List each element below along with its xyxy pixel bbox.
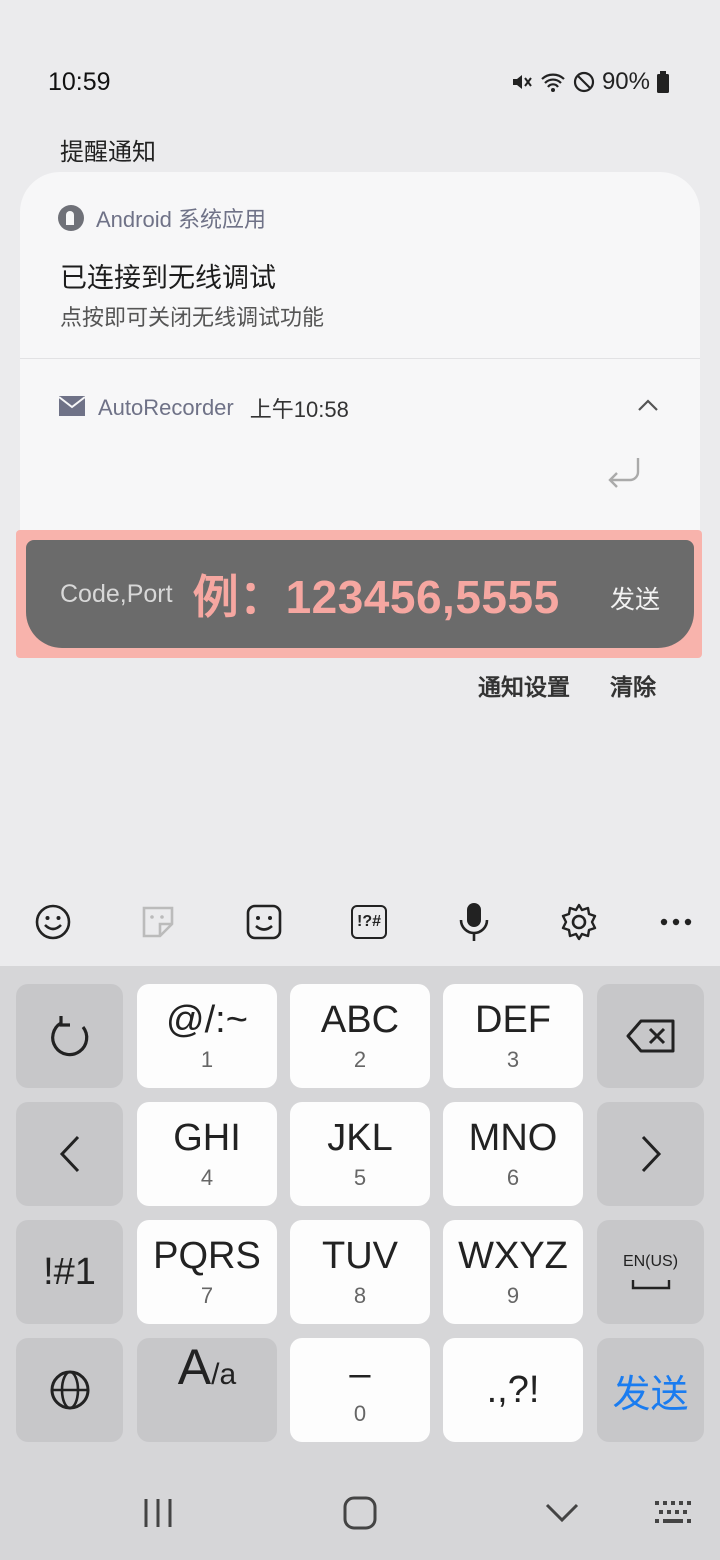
key-6-main: MNO [468, 1117, 558, 1159]
notification-time: 上午10:58 [249, 397, 349, 422]
mail-icon [58, 395, 86, 422]
symbols-label: !?# [351, 905, 387, 939]
notification-title[interactable]: 已连接到无线调试 [60, 256, 276, 295]
key-3-sub: 3 [506, 1047, 520, 1072]
emoji-icon[interactable] [33, 902, 73, 942]
keyboard: @/:~ 1 ABC 2 DEF 3 GHI 4 JKL 5 MNO 6 !#1… [0, 966, 720, 1466]
settings-icon[interactable] [559, 902, 599, 942]
clear-notifications-button[interactable]: 清除 [610, 668, 656, 702]
key-9-sub: 9 [506, 1283, 520, 1308]
key-7-sub: 7 [200, 1283, 214, 1308]
key-4-sub: 4 [200, 1165, 214, 1190]
mic-icon[interactable] [454, 902, 494, 942]
language-key[interactable] [16, 1338, 123, 1442]
key-8-main: TUV [322, 1235, 398, 1277]
home-button[interactable] [342, 1496, 378, 1535]
battery-icon [656, 70, 670, 94]
punctuation-key[interactable]: .,?! [443, 1338, 583, 1442]
language-label: EN(US) [622, 1253, 679, 1270]
case-toggle-key[interactable]: A /a [137, 1338, 277, 1442]
reply-input-label: Code,Port [60, 579, 173, 608]
backspace-icon [626, 1019, 674, 1053]
key-6-sub: 6 [506, 1165, 520, 1190]
key-2[interactable]: ABC 2 [290, 984, 430, 1088]
mute-icon [510, 70, 534, 94]
globe-icon [50, 1370, 89, 1410]
symbol-mode-label: !#1 [43, 1251, 96, 1293]
status-icons: 90% [510, 68, 670, 96]
case-small-label: /a [211, 1358, 237, 1391]
undo-key[interactable] [16, 984, 123, 1088]
battery-percent: 90% [601, 68, 650, 95]
key-9[interactable]: WXYZ 9 [443, 1220, 583, 1324]
punctuation-label: .,?! [486, 1369, 540, 1411]
key-3-main: DEF [475, 999, 551, 1041]
key-5[interactable]: JKL 5 [290, 1102, 430, 1206]
symbol-mode-key[interactable]: !#1 [16, 1220, 123, 1324]
reply-input[interactable]: Code,Port 例：123456,5555 发送 [26, 540, 694, 648]
keyboard-switch-button[interactable] [654, 1500, 694, 1531]
key-7[interactable]: PQRS 7 [137, 1220, 277, 1324]
android-system-icon [58, 205, 84, 231]
recents-icon [144, 1499, 172, 1527]
status-time: 10:59 [48, 68, 111, 96]
wifi-icon [540, 70, 566, 94]
section-title: 提醒通知 [60, 139, 156, 166]
reply-icon[interactable] [604, 454, 644, 499]
dnd-icon [572, 70, 596, 94]
navigation-bar [0, 1466, 720, 1560]
key-5-main: JKL [327, 1117, 393, 1159]
notification-app-name: AutoRecorder [98, 395, 234, 420]
symbols-icon[interactable]: !?# [349, 902, 389, 942]
space-icon [631, 1280, 670, 1290]
notification-header-android[interactable]: Android 系统应用 [58, 202, 266, 234]
key-2-main: ABC [320, 999, 400, 1041]
case-big-label: A [177, 1339, 212, 1395]
more-icon[interactable] [656, 902, 696, 942]
key-0-sub: 0 [353, 1401, 367, 1426]
notification-app-name: Android 系统应用 [96, 207, 266, 232]
notification-divider [20, 358, 700, 359]
chevron-up-icon [638, 399, 658, 411]
key-4-main: GHI [173, 1117, 241, 1159]
key-0-main: – [349, 1353, 371, 1395]
chevron-right-icon [641, 1135, 661, 1173]
notification-header-autorecorder[interactable]: AutoRecorder 上午10:58 [58, 392, 349, 424]
notification-text[interactable]: 点按即可关闭无线调试功能 [60, 300, 324, 332]
chevron-down-icon [545, 1503, 579, 1523]
keyboard-toolbar: !?# [0, 880, 720, 966]
cursor-left-key[interactable] [16, 1102, 123, 1206]
send-key-label: 发送 [612, 1373, 689, 1416]
send-key[interactable]: 发送 [597, 1338, 704, 1442]
bitmoji-icon[interactable] [244, 902, 284, 942]
reply-input-placeholder: 例：123456,5555 [192, 571, 560, 623]
key-3[interactable]: DEF 3 [443, 984, 583, 1088]
key-1-main: @/:~ [166, 999, 248, 1041]
backspace-key[interactable] [597, 984, 704, 1088]
sticker-icon[interactable] [138, 902, 178, 942]
notification-settings-button[interactable]: 通知设置 [478, 668, 570, 702]
reply-send-button[interactable]: 发送 [610, 580, 660, 616]
key-8[interactable]: TUV 8 [290, 1220, 430, 1324]
undo-icon [50, 1016, 88, 1057]
key-5-sub: 5 [353, 1165, 367, 1190]
recents-button[interactable] [140, 1496, 176, 1535]
back-button[interactable] [544, 1502, 580, 1529]
key-0[interactable]: – 0 [290, 1338, 430, 1442]
key-1-sub: 1 [200, 1047, 214, 1072]
keyboard-grid-icon [655, 1501, 691, 1523]
key-9-main: WXYZ [458, 1235, 568, 1277]
collapse-button[interactable] [632, 390, 664, 420]
home-icon [343, 1496, 377, 1530]
key-4[interactable]: GHI 4 [137, 1102, 277, 1206]
space-key[interactable]: EN(US) [597, 1220, 704, 1324]
cursor-right-key[interactable] [597, 1102, 704, 1206]
key-2-sub: 2 [353, 1047, 367, 1072]
key-1[interactable]: @/:~ 1 [137, 984, 277, 1088]
key-6[interactable]: MNO 6 [443, 1102, 583, 1206]
key-8-sub: 8 [353, 1283, 367, 1308]
chevron-left-icon [59, 1135, 79, 1173]
key-7-main: PQRS [153, 1235, 261, 1277]
